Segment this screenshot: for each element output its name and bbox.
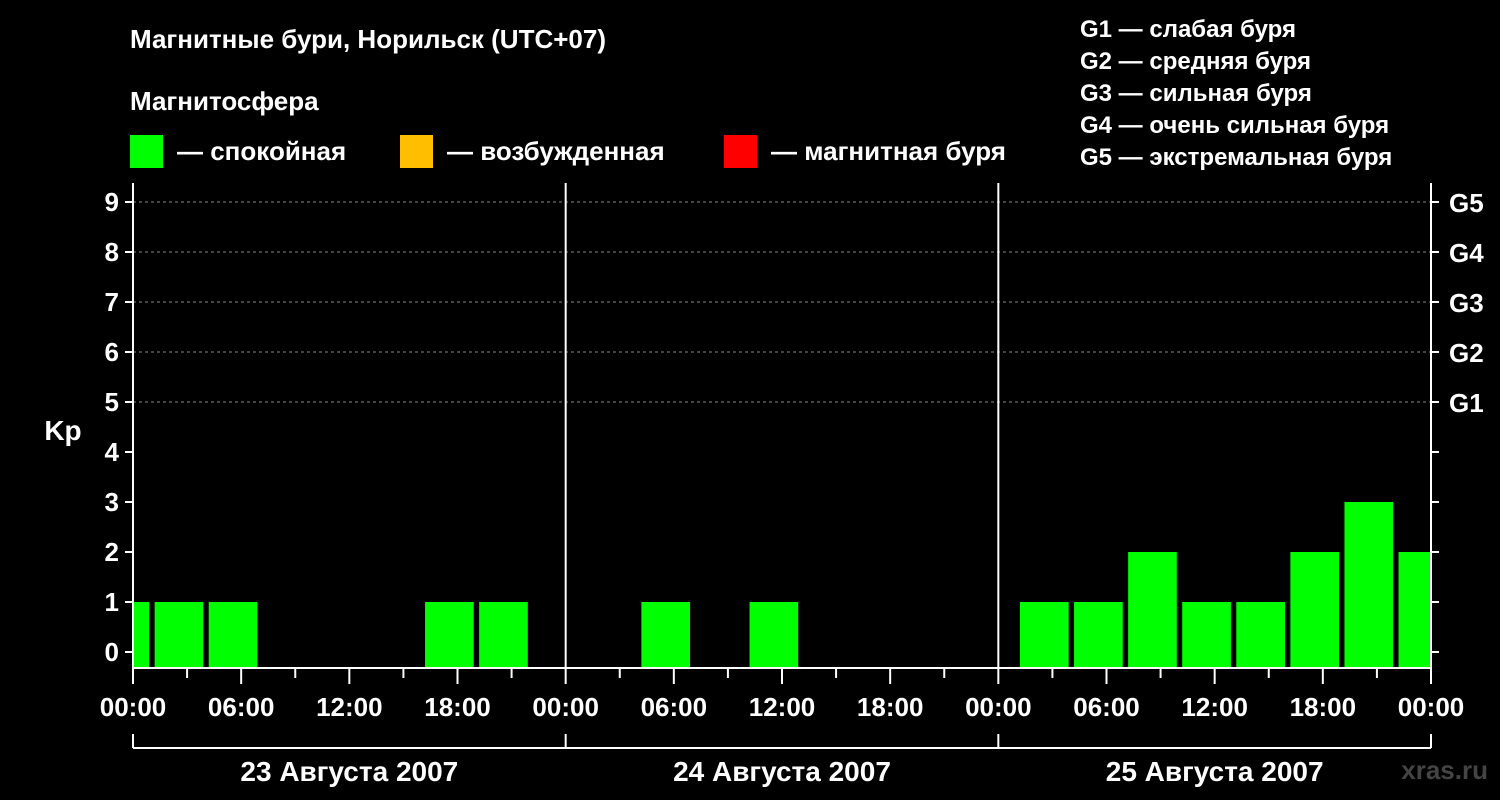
y-axis-label: Kp: [44, 415, 81, 446]
x-tick-label-1: 06:00: [208, 692, 275, 722]
kp-bar-8: [1074, 602, 1123, 668]
y-tick-label-8: 8: [105, 237, 119, 267]
right-axis-label-g2: G2: [1449, 338, 1484, 368]
kp-bar-6: [749, 602, 799, 668]
x-tick-label-12: 00:00: [1398, 692, 1465, 722]
x-tick-label-11: 18:00: [1290, 692, 1357, 722]
kp-bar-11: [1236, 602, 1285, 668]
kp-bar-1: [154, 602, 204, 668]
day-label-0: 23 Августа 2007: [240, 756, 458, 787]
y-tick-label-6: 6: [105, 337, 119, 367]
kp-bar-14: [1398, 552, 1431, 668]
kp-bar-9: [1128, 552, 1177, 668]
kp-bar-2: [208, 602, 258, 668]
y-tick-label-7: 7: [105, 287, 119, 317]
x-tick-label-8: 00:00: [965, 692, 1032, 722]
x-tick-label-10: 12:00: [1181, 692, 1248, 722]
kp-bar-4: [479, 602, 528, 668]
x-tick-label-5: 06:00: [641, 692, 708, 722]
y-tick-label-9: 9: [105, 187, 119, 217]
y-tick-label-3: 3: [105, 487, 119, 517]
x-tick-label-2: 12:00: [316, 692, 383, 722]
y-tick-label-5: 5: [105, 387, 119, 417]
day-label-1: 24 Августа 2007: [673, 756, 891, 787]
y-tick-label-1: 1: [105, 587, 119, 617]
x-tick-label-3: 18:00: [424, 692, 491, 722]
kp-bar-5: [641, 602, 691, 668]
day-label-2: 25 Августа 2007: [1106, 756, 1324, 787]
right-axis-label-g4: G4: [1449, 238, 1484, 268]
y-tick-label-0: 0: [105, 637, 119, 667]
kp-bar-0: [133, 602, 150, 668]
kp-bar-3: [425, 602, 474, 668]
kp-chart: 0 1 2 3 4 5 6 7 8 9 G1 G2 G3 G4 G5 Kp 00:00 06:00 12:00 18:…: [44, 183, 1484, 787]
y-tick-label-2: 2: [105, 537, 119, 567]
kp-bar-10: [1182, 602, 1231, 668]
right-axis-label-g3: G3: [1449, 288, 1484, 318]
y-tick-label-4: 4: [105, 437, 120, 467]
right-axis-label-g1: G1: [1449, 388, 1484, 418]
watermark: xras.ru: [1401, 755, 1488, 785]
right-axis-label-g5: G5: [1449, 188, 1484, 218]
kp-bar-13: [1344, 502, 1394, 668]
x-tick-label-4: 00:00: [532, 692, 599, 722]
x-tick-label-9: 06:00: [1073, 692, 1140, 722]
x-tick-label-0: 00:00: [100, 692, 167, 722]
kp-bar-12: [1290, 552, 1340, 668]
x-tick-label-7: 18:00: [857, 692, 924, 722]
x-tick-label-6: 12:00: [749, 692, 816, 722]
kp-bar-7: [1019, 602, 1069, 668]
